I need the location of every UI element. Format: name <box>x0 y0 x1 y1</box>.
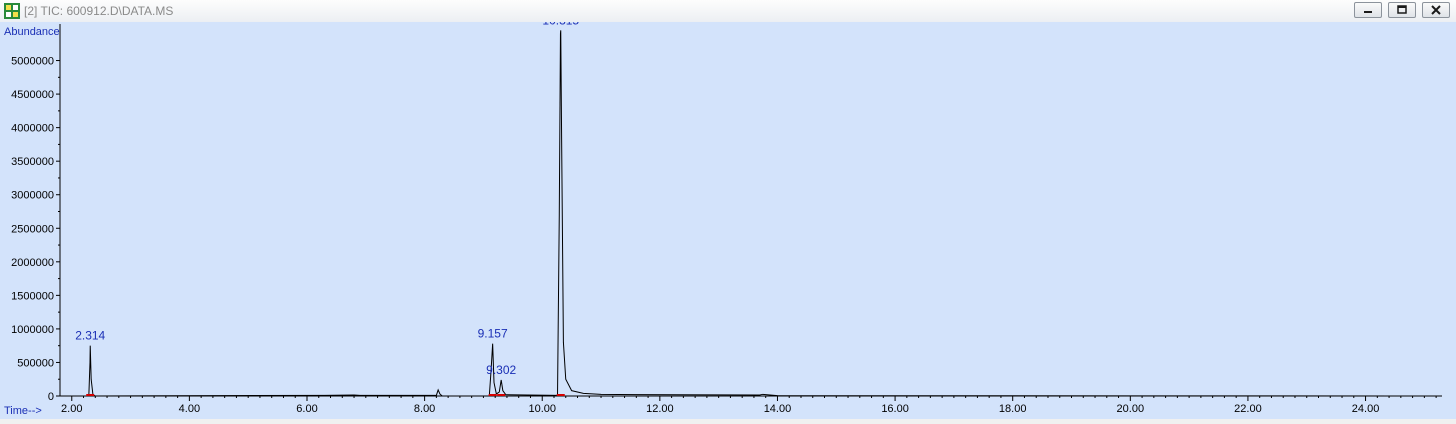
peak-labels: 2.314 9.157 9.302 10.315 <box>75 13 579 377</box>
y-tick-label: 3000000 <box>11 190 54 202</box>
x-axis-ticks: 2.00 4.00 6.00 8.00 10.00 12.00 14.00 16.00 18.0… <box>61 396 1437 415</box>
y-tick-label: 1000000 <box>11 324 54 336</box>
x-tick-label: 8.00 <box>414 403 435 415</box>
peak-label[interactable]: 9.302 <box>486 363 516 377</box>
window-titlebar[interactable]: [2] TIC: 600912.D\DATA.MS <box>0 0 1456 23</box>
x-tick-label: 12.00 <box>646 403 674 415</box>
y-axis-label: Abundance <box>4 26 60 38</box>
y-tick-label: 2000000 <box>11 257 54 269</box>
x-tick-label: 14.00 <box>764 403 792 415</box>
plot-area[interactable]: 0 500000 1000000 1500000 2000000 2500000 30000… <box>0 13 1456 419</box>
close-icon <box>1431 5 1441 15</box>
x-tick-label: 18.00 <box>999 403 1027 415</box>
peak-label[interactable]: 9.157 <box>478 327 508 341</box>
y-tick-label: 5000000 <box>11 56 54 68</box>
y-axis-ticks: 0 500000 1000000 1500000 2000000 2500000 30000… <box>11 56 60 403</box>
y-tick-label: 4000000 <box>11 123 54 135</box>
chromatogram-window: [2] TIC: 600912.D\DATA.MS 0 500000 1000000… <box>0 0 1456 419</box>
close-button[interactable] <box>1422 2 1450 18</box>
x-tick-label: 24.00 <box>1352 403 1380 415</box>
x-tick-label: 16.00 <box>881 403 909 415</box>
y-tick-label: 2500000 <box>11 223 54 235</box>
x-tick-label: 22.00 <box>1234 403 1262 415</box>
chemstation-grid-icon <box>4 3 20 19</box>
minimize-icon <box>1364 11 1372 13</box>
x-tick-label: 2.00 <box>61 403 82 415</box>
y-tick-label: 0 <box>48 391 54 403</box>
axes <box>59 24 1442 397</box>
peak-label[interactable]: 2.314 <box>75 329 105 343</box>
x-tick-label: 4.00 <box>179 403 200 415</box>
x-tick-label: 20.00 <box>1117 403 1145 415</box>
peak-label[interactable]: 10.315 <box>542 13 579 27</box>
minimize-button[interactable] <box>1354 2 1382 18</box>
y-tick-label: 1500000 <box>11 290 54 302</box>
tic-trace <box>71 30 1437 397</box>
x-tick-label: 6.00 <box>296 403 317 415</box>
restore-icon <box>1397 5 1407 14</box>
y-tick-label: 4500000 <box>11 89 54 101</box>
restore-button[interactable] <box>1388 2 1416 18</box>
y-tick-label: 500000 <box>17 357 54 369</box>
chromatogram-chart[interactable]: 0 500000 1000000 1500000 2000000 2500000 30000… <box>0 13 1456 419</box>
traces <box>71 30 1437 397</box>
y-tick-label: 3500000 <box>11 156 54 168</box>
x-tick-label: 10.00 <box>528 403 556 415</box>
window-title: [2] TIC: 600912.D\DATA.MS <box>24 4 174 18</box>
x-axis-label: Time--> <box>4 405 42 417</box>
